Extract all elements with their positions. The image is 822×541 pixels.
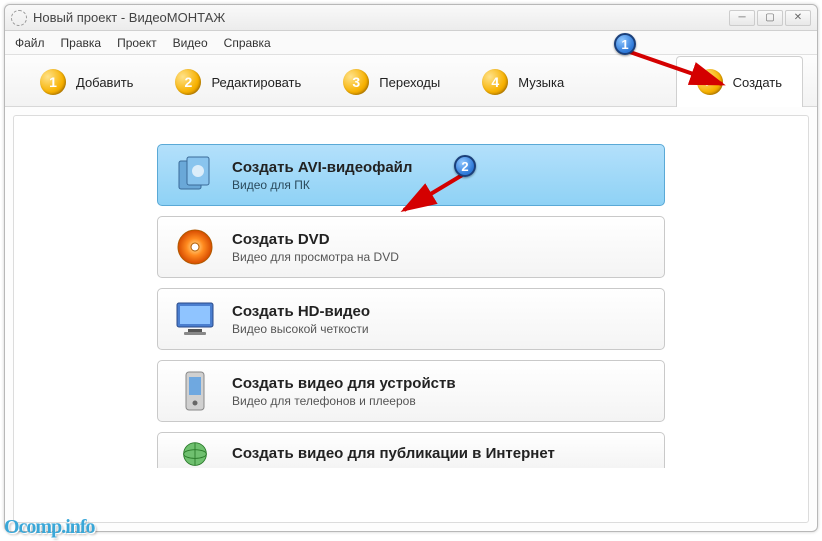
tab-music[interactable]: 4 Музыка xyxy=(461,56,585,107)
menu-edit[interactable]: Правка xyxy=(61,36,102,50)
option-avi-title: Создать AVI-видеофайл xyxy=(232,159,412,176)
close-button[interactable]: ✕ xyxy=(785,10,811,26)
tab-create[interactable]: ✓ Создать xyxy=(676,56,803,107)
annotation-callout-1: 1 xyxy=(614,33,636,55)
step-badge-2-icon: 2 xyxy=(175,69,201,95)
option-hd[interactable]: Создать HD-видео Видео высокой четкости xyxy=(157,288,665,350)
menu-bar: Файл Правка Проект Видео Справка xyxy=(5,31,817,55)
tab-transitions-label: Переходы xyxy=(379,75,440,90)
tab-add[interactable]: 1 Добавить xyxy=(19,56,154,107)
video-file-icon xyxy=(174,154,216,196)
option-avi-subtitle: Видео для ПК xyxy=(232,178,412,192)
option-dvd-subtitle: Видео для просмотра на DVD xyxy=(232,250,399,264)
checkmark-icon: ✓ xyxy=(697,69,723,95)
step-badge-1-icon: 1 xyxy=(40,69,66,95)
export-options-list: Создать AVI-видеофайл Видео для ПК Созда… xyxy=(14,144,808,468)
phone-icon xyxy=(174,370,216,412)
dvd-disc-icon xyxy=(174,226,216,268)
tab-music-label: Музыка xyxy=(518,75,564,90)
tab-transitions[interactable]: 3 Переходы xyxy=(322,56,461,107)
app-icon xyxy=(11,10,27,26)
menu-project[interactable]: Проект xyxy=(117,36,157,50)
globe-icon xyxy=(174,440,216,468)
tab-create-label: Создать xyxy=(733,75,782,90)
minimize-button[interactable]: ─ xyxy=(729,10,755,26)
option-hd-title: Создать HD-видео xyxy=(232,303,370,320)
menu-help[interactable]: Справка xyxy=(224,36,271,50)
app-window: Новый проект - ВидеоМОНТАЖ ─ ▢ ✕ Файл Пр… xyxy=(4,4,818,532)
window-title: Новый проект - ВидеоМОНТАЖ xyxy=(33,10,225,25)
option-device-subtitle: Видео для телефонов и плееров xyxy=(232,394,456,408)
option-device[interactable]: Создать видео для устройств Видео для те… xyxy=(157,360,665,422)
tab-add-label: Добавить xyxy=(76,75,133,90)
tab-edit[interactable]: 2 Редактировать xyxy=(154,56,322,107)
step-badge-4-icon: 4 xyxy=(482,69,508,95)
option-dvd-title: Создать DVD xyxy=(232,231,399,248)
tab-edit-label: Редактировать xyxy=(211,75,301,90)
option-hd-subtitle: Видео высокой четкости xyxy=(232,322,370,336)
menu-video[interactable]: Видео xyxy=(173,36,208,50)
option-web[interactable]: Создать видео для публикации в Интернет xyxy=(157,432,665,468)
option-device-title: Создать видео для устройств xyxy=(232,375,456,392)
annotation-callout-2: 2 xyxy=(454,155,476,177)
content-panel: Создать AVI-видеофайл Видео для ПК Созда… xyxy=(13,115,809,523)
step-badge-3-icon: 3 xyxy=(343,69,369,95)
titlebar: Новый проект - ВидеоМОНТАЖ ─ ▢ ✕ xyxy=(5,5,817,31)
menu-file[interactable]: Файл xyxy=(15,36,45,50)
maximize-button[interactable]: ▢ xyxy=(757,10,783,26)
toolbar-tabs: 1 Добавить 2 Редактировать 3 Переходы 4 … xyxy=(5,55,817,107)
option-web-title: Создать видео для публикации в Интернет xyxy=(232,445,555,462)
option-avi[interactable]: Создать AVI-видеофайл Видео для ПК xyxy=(157,144,665,206)
monitor-icon xyxy=(174,298,216,340)
option-dvd[interactable]: Создать DVD Видео для просмотра на DVD xyxy=(157,216,665,278)
